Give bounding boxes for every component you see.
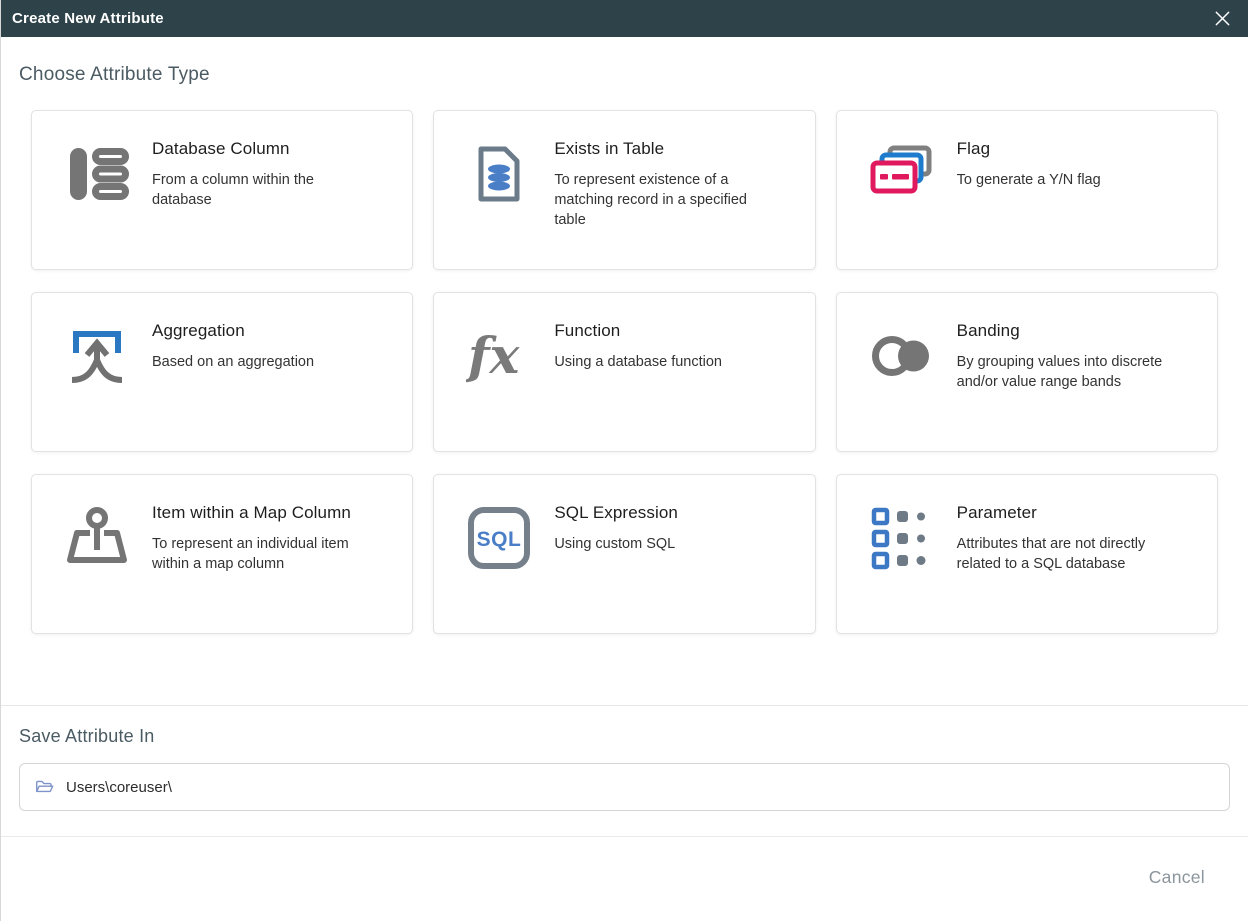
close-icon bbox=[1214, 10, 1231, 27]
flag-cards-icon bbox=[869, 141, 935, 207]
card-description: Attributes that are not directly related… bbox=[957, 534, 1169, 574]
sql-badge-icon: SQL bbox=[466, 505, 532, 571]
card-aggregation[interactable]: Aggregation Based on an aggregation bbox=[31, 292, 413, 452]
map-pin-column-icon bbox=[64, 505, 130, 571]
card-item-within-map-column[interactable]: Item within a Map Column To represent an… bbox=[31, 474, 413, 634]
card-banding[interactable]: Banding By grouping values into discrete… bbox=[836, 292, 1218, 452]
section-divider bbox=[1, 705, 1248, 706]
card-description: To represent existence of a matching rec… bbox=[554, 170, 766, 230]
card-title: Flag bbox=[957, 139, 1101, 159]
card-description: Using a database function bbox=[554, 352, 722, 372]
card-title: Parameter bbox=[957, 503, 1169, 523]
save-location-path: Users\coreuser\ bbox=[66, 779, 172, 796]
save-attribute-in-heading: Save Attribute In bbox=[19, 726, 1248, 747]
folder-icon bbox=[34, 778, 55, 797]
card-title: Exists in Table bbox=[554, 139, 766, 159]
card-description: Based on an aggregation bbox=[152, 352, 314, 372]
svg-text:fx: fx bbox=[466, 326, 521, 385]
cancel-button[interactable]: Cancel bbox=[1149, 867, 1205, 888]
card-title: Function bbox=[554, 321, 722, 341]
card-title: SQL Expression bbox=[554, 503, 678, 523]
database-column-icon bbox=[64, 141, 130, 207]
banding-circles-icon bbox=[869, 323, 935, 389]
card-description: By grouping values into discrete and/or … bbox=[957, 352, 1169, 392]
card-title: Item within a Map Column bbox=[152, 503, 364, 523]
aggregation-arrow-icon bbox=[64, 323, 130, 389]
card-sql-expression[interactable]: SQL SQL Expression Using custom SQL bbox=[433, 474, 815, 634]
card-title: Banding bbox=[957, 321, 1169, 341]
card-description: To generate a Y/N flag bbox=[957, 170, 1101, 190]
svg-text:SQL: SQL bbox=[477, 528, 522, 551]
modal-title: Create New Attribute bbox=[12, 10, 164, 27]
card-database-column[interactable]: Database Column From a column within the… bbox=[31, 110, 413, 270]
card-description: Using custom SQL bbox=[554, 534, 678, 554]
choose-attribute-type-heading: Choose Attribute Type bbox=[19, 64, 1248, 86]
card-description: To represent an individual item within a… bbox=[152, 534, 364, 574]
document-database-icon bbox=[466, 141, 532, 207]
attribute-type-grid: Database Column From a column within the… bbox=[31, 110, 1218, 634]
fx-function-icon: fx bbox=[466, 323, 532, 389]
parameter-grid-icon bbox=[869, 505, 935, 571]
card-title: Aggregation bbox=[152, 321, 314, 341]
save-location-field[interactable]: Users\coreuser\ bbox=[19, 763, 1230, 811]
card-exists-in-table[interactable]: Exists in Table To represent existence o… bbox=[433, 110, 815, 270]
card-title: Database Column bbox=[152, 139, 364, 159]
modal-header: Create New Attribute bbox=[1, 0, 1248, 37]
modal-footer: Cancel bbox=[1, 837, 1248, 888]
close-button[interactable] bbox=[1212, 9, 1232, 29]
card-description: From a column within the database bbox=[152, 170, 364, 210]
card-parameter[interactable]: Parameter Attributes that are not direct… bbox=[836, 474, 1218, 634]
card-flag[interactable]: Flag To generate a Y/N flag bbox=[836, 110, 1218, 270]
card-function[interactable]: fx Function Using a database function bbox=[433, 292, 815, 452]
